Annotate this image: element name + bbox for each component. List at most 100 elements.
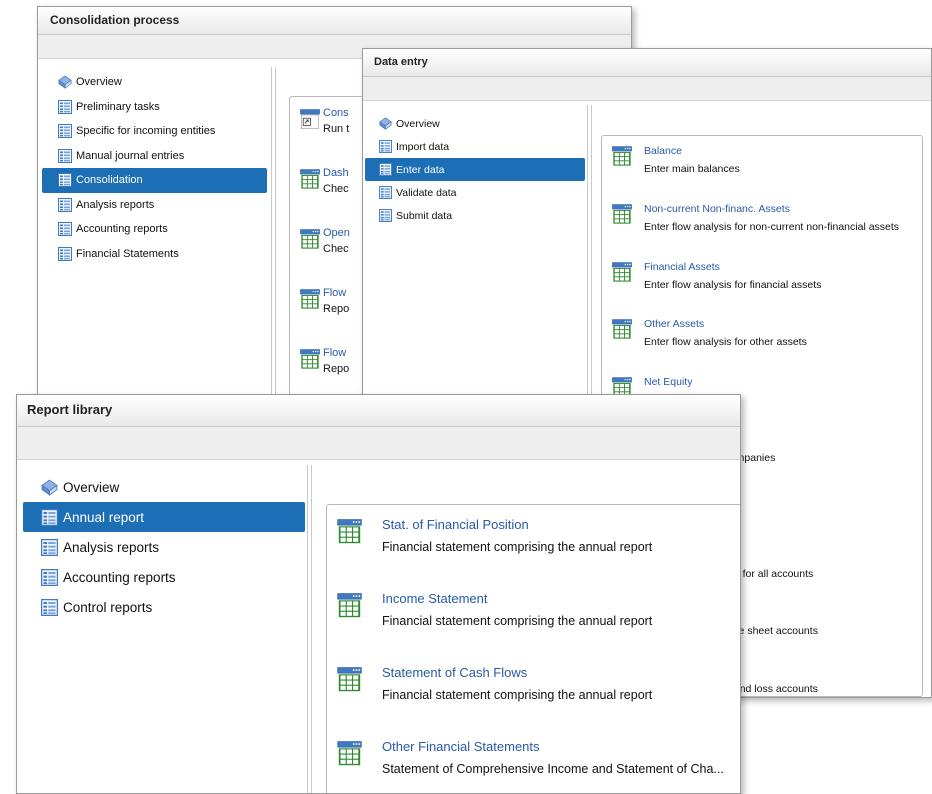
tile-title-link[interactable]: Non-current Non-financ. Assets bbox=[644, 203, 790, 215]
nav-item-label: Overview bbox=[396, 117, 440, 130]
nav-item-label: Import data bbox=[396, 140, 450, 153]
report-library-nav-annual-report[interactable]: Annual report bbox=[23, 502, 305, 532]
run-task-icon bbox=[300, 109, 320, 131]
spreadsheet-icon bbox=[612, 204, 632, 226]
report-library-nav-control-reports[interactable]: Control reports bbox=[23, 592, 305, 622]
report-tile[interactable]: Financial Assets Enter flow analysis for … bbox=[602, 261, 922, 319]
spreadsheet-icon bbox=[300, 289, 320, 311]
spreadsheet-icon bbox=[612, 319, 632, 341]
nav-item-label: Analysis reports bbox=[63, 539, 160, 555]
report-library-toolbar bbox=[17, 427, 740, 460]
nav-item-label: Enter data bbox=[396, 163, 445, 176]
list-icon bbox=[41, 568, 58, 586]
report-tile[interactable]: Non-current Non-financ. Assets Enter flow… bbox=[602, 203, 922, 261]
list-icon bbox=[379, 140, 392, 153]
consolidation-splitter[interactable] bbox=[271, 67, 276, 405]
consolidation-nav-analysis-reports[interactable]: Analysis reports bbox=[42, 193, 267, 218]
data-entry-nav-enter-data[interactable]: Enter data bbox=[365, 158, 585, 181]
list-icon bbox=[58, 197, 72, 212]
data-entry-nav-validate-data[interactable]: Validate data bbox=[365, 181, 585, 204]
nav-item-label: Analysis reports bbox=[76, 198, 155, 211]
data-entry-window-title: Data entry bbox=[363, 49, 931, 77]
list-icon bbox=[58, 222, 72, 237]
tile-title-link[interactable]: Financial Assets bbox=[644, 261, 720, 273]
list-icon bbox=[41, 598, 58, 616]
report-library-nav-analysis-reports[interactable]: Analysis reports bbox=[23, 532, 305, 562]
tile-title-link[interactable]: Net Equity bbox=[644, 376, 692, 388]
tile-title-link[interactable]: Open bbox=[323, 227, 350, 239]
report-library-nav-list: Overview Annual report Analysis reports Acc… bbox=[17, 461, 307, 622]
nav-item-label: Preliminary tasks bbox=[76, 100, 160, 113]
list-icon bbox=[58, 124, 72, 139]
list-icon bbox=[379, 209, 392, 222]
consolidation-window-title: Consolidation process bbox=[38, 7, 631, 35]
report-tile[interactable]: Stat. of Financial Position Financial sta… bbox=[327, 517, 740, 591]
spreadsheet-icon bbox=[612, 146, 632, 168]
overview-icon bbox=[41, 479, 58, 496]
nav-item-label: Annual report bbox=[63, 509, 145, 525]
report-tile[interactable]: Statement of Cash Flows Financial stateme… bbox=[327, 665, 740, 739]
data-entry-nav-submit-data[interactable]: Submit data bbox=[365, 204, 585, 227]
report-tile[interactable]: Income Statement Financial statement comp… bbox=[327, 591, 740, 665]
nav-item-label: Manual journal entries bbox=[76, 149, 185, 162]
nav-item-label: Specific for incoming entities bbox=[76, 125, 216, 138]
spreadsheet-icon bbox=[300, 229, 320, 251]
tile-title-link[interactable]: Balance bbox=[644, 145, 682, 157]
spreadsheet-icon bbox=[337, 593, 362, 620]
report-library-nav-panel: Overview Annual report Analysis reports Acc… bbox=[17, 461, 307, 793]
tile-description: Enter main balances bbox=[644, 163, 740, 175]
overview-icon bbox=[379, 117, 392, 130]
consolidation-nav-panel: Overview Preliminary tasks Specific for in… bbox=[38, 60, 271, 405]
tile-description: Financial statement comprising the annua… bbox=[382, 540, 653, 554]
consolidation-nav-financial-statements[interactable]: Financial Statements bbox=[42, 242, 267, 267]
consolidation-nav-preliminary-tasks[interactable]: Preliminary tasks bbox=[42, 95, 267, 120]
spreadsheet-icon bbox=[337, 667, 362, 694]
report-tile[interactable]: Other Financial Statements Statement of C… bbox=[327, 739, 740, 793]
list-icon bbox=[58, 173, 72, 188]
tile-title-link[interactable]: Other Assets bbox=[644, 318, 704, 330]
list-icon bbox=[58, 99, 72, 114]
tile-title-link[interactable]: Flow bbox=[323, 347, 346, 359]
report-library-content-panel: Stat. of Financial Position Financial sta… bbox=[313, 461, 740, 793]
list-icon bbox=[379, 163, 392, 176]
list-icon bbox=[41, 538, 58, 556]
nav-item-label: Validate data bbox=[396, 186, 457, 199]
tile-title-link[interactable]: Cons bbox=[323, 107, 349, 119]
report-library-splitter[interactable] bbox=[307, 465, 312, 793]
list-icon bbox=[41, 508, 58, 526]
report-library-nav-overview[interactable]: Overview bbox=[23, 472, 305, 502]
data-entry-nav-overview[interactable]: Overview bbox=[365, 112, 585, 135]
spreadsheet-icon bbox=[300, 169, 320, 191]
consolidation-nav-overview[interactable]: Overview bbox=[42, 70, 267, 95]
tile-description: Financial statement comprising the annua… bbox=[382, 688, 653, 702]
tile-title-link[interactable]: Dash bbox=[323, 167, 349, 179]
consolidation-nav-consolidation[interactable]: Consolidation bbox=[42, 168, 267, 193]
tile-title-link[interactable]: Flow bbox=[323, 287, 346, 299]
report-library-window-title: Report library bbox=[17, 395, 740, 427]
tile-title-link[interactable]: Income Statement bbox=[382, 591, 488, 606]
tile-title-link[interactable]: Other Financial Statements bbox=[382, 739, 540, 754]
consolidation-nav-list: Overview Preliminary tasks Specific for in… bbox=[38, 60, 271, 266]
report-library-window: Report library Overview Annual report Anal… bbox=[16, 394, 741, 794]
report-library-nav-accounting-reports[interactable]: Accounting reports bbox=[23, 562, 305, 592]
nav-item-label: Control reports bbox=[63, 599, 153, 615]
nav-item-label: Accounting reports bbox=[63, 569, 176, 585]
consolidation-nav-specific-for-incoming-entities[interactable]: Specific for incoming entities bbox=[42, 119, 267, 144]
tile-title-link[interactable]: Stat. of Financial Position bbox=[382, 517, 529, 532]
report-tile[interactable]: Other Assets Enter flow analysis for othe… bbox=[602, 318, 922, 376]
consolidation-nav-accounting-reports[interactable]: Accounting reports bbox=[42, 217, 267, 242]
spreadsheet-icon bbox=[300, 349, 320, 371]
report-tile[interactable]: Balance Enter main balances bbox=[602, 145, 922, 203]
report-library-tiles-card: Stat. of Financial Position Financial sta… bbox=[326, 504, 740, 793]
data-entry-nav-import-data[interactable]: Import data bbox=[365, 135, 585, 158]
consolidation-nav-manual-journal-entries[interactable]: Manual journal entries bbox=[42, 144, 267, 169]
list-icon bbox=[58, 148, 72, 163]
data-entry-toolbar bbox=[363, 77, 931, 101]
nav-item-label: Accounting reports bbox=[76, 223, 168, 236]
spreadsheet-icon bbox=[337, 741, 362, 768]
nav-item-label: Consolidation bbox=[76, 174, 143, 187]
tile-description: Financial statement comprising the annua… bbox=[382, 614, 653, 628]
list-icon bbox=[379, 186, 392, 199]
tile-title-link[interactable]: Statement of Cash Flows bbox=[382, 665, 527, 680]
spreadsheet-icon bbox=[612, 261, 632, 284]
